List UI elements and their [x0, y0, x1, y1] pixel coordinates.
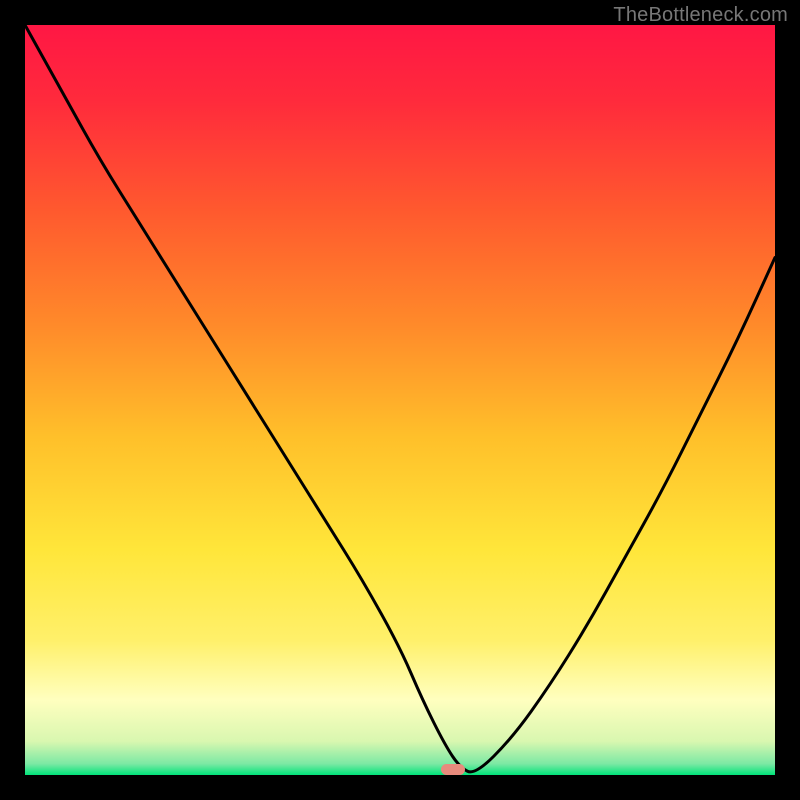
chart-frame: TheBottleneck.com: [0, 0, 800, 800]
chart-svg: [25, 25, 775, 775]
optimal-marker: [441, 764, 465, 775]
watermark-text: TheBottleneck.com: [613, 4, 788, 27]
gradient-background: [25, 25, 775, 775]
plot-area: [25, 25, 775, 775]
